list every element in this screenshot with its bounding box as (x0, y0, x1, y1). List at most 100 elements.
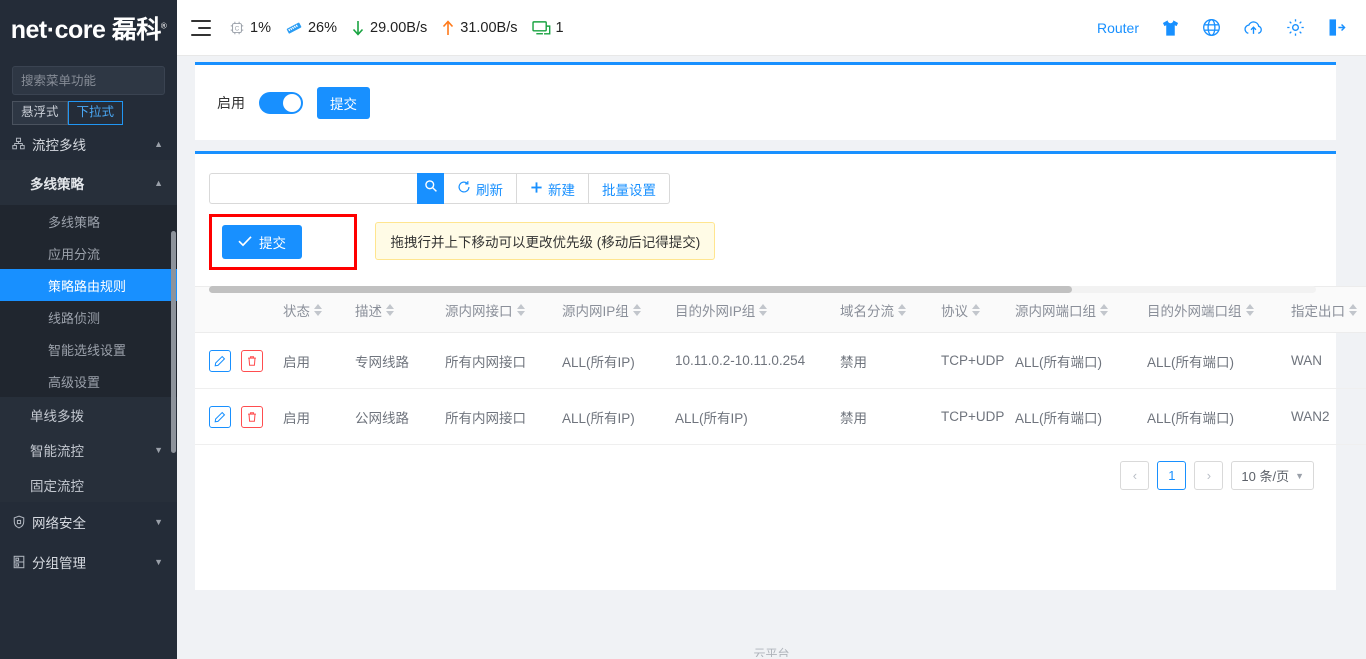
cell-desc: 公网线路 (349, 388, 439, 445)
sidebar-item-smart-qos[interactable]: 智能流控 ▼ (0, 432, 177, 467)
app-root: net·core 磊科® 悬浮式 下拉式 流控多线 ▲ 多线策略 ▲ (0, 0, 1366, 659)
menu-collapse-icon[interactable] (191, 19, 213, 37)
col-label: 协议 (941, 303, 968, 319)
sidebar-scrollbar[interactable] (171, 231, 176, 453)
table-search-button[interactable] (417, 173, 444, 204)
sidebar-item-fixed-qos[interactable]: 固定流控 (0, 467, 177, 502)
sort-icon[interactable] (759, 303, 768, 316)
toggle-knob (283, 94, 301, 112)
cell-domain-split: 禁用 (834, 332, 935, 389)
enable-submit-button[interactable]: 提交 (317, 87, 370, 119)
cell-protocol: TCP+UDP (935, 332, 1009, 389)
sort-icon[interactable] (632, 303, 641, 316)
sidebar-item-line-detect[interactable]: 线路侦测 (0, 301, 177, 333)
pagination-prev-button[interactable]: ‹ (1120, 461, 1150, 490)
sidebar-group-flow-multiline[interactable]: 流控多线 ▲ (0, 127, 177, 160)
sidebar-item-multiline-policy[interactable]: 多线策略 (0, 205, 177, 237)
table-horizontal-scrollbar[interactable] (209, 286, 1316, 293)
sidebar-item-advanced-settings[interactable]: 高级设置 (0, 365, 177, 397)
table-search-input[interactable] (209, 173, 417, 204)
enable-row: 启用 提交 (195, 65, 1336, 119)
pagination-next-button[interactable]: › (1194, 461, 1224, 490)
monitor-icon (531, 20, 551, 36)
table-row[interactable]: 启用 专网线路 所有内网接口 ALL(所有IP) 10.11.0.2-10.11… (195, 332, 1366, 389)
logout-icon[interactable] (1327, 18, 1346, 37)
brand-registered-mark: ® (160, 21, 167, 31)
submit-button[interactable]: 提交 (222, 225, 302, 259)
page-size-select[interactable]: 10 条/页 ▼ (1231, 461, 1314, 490)
col-label: 目的外网IP组 (675, 303, 756, 319)
sidebar-item-single-line-multidial[interactable]: 单线多拨 (0, 397, 177, 432)
sort-icon[interactable] (898, 303, 906, 316)
chevron-down-icon: ▼ (1295, 470, 1304, 481)
sort-icon[interactable] (1349, 303, 1357, 316)
cell-src-ipgroup: ALL(所有IP) (556, 332, 669, 389)
sidebar-item-label: 固定流控 (30, 478, 84, 494)
col-desc[interactable]: 描述 (349, 286, 439, 333)
cell-domain-split: 禁用 (834, 388, 935, 445)
table-row[interactable]: 启用 公网线路 所有内网接口 ALL(所有IP) ALL(所有IP) 禁用 TC… (195, 388, 1366, 445)
pagination-page-1[interactable]: 1 (1157, 461, 1187, 490)
check-icon (238, 235, 252, 250)
sidebar-group-network-security[interactable]: 网络安全 ▼ (0, 502, 177, 542)
col-actions (195, 286, 277, 333)
sidebar-subgroup-label: 多线策略 (30, 176, 84, 192)
edit-icon[interactable] (209, 349, 231, 372)
col-domain-split[interactable]: 域名分流 (834, 286, 935, 333)
sort-icon[interactable] (1100, 303, 1108, 316)
sort-icon[interactable] (972, 303, 980, 316)
sidebar-subgroup-multiline-policy[interactable]: 多线策略 ▲ (0, 160, 177, 205)
chevron-up-icon: ▲ (154, 177, 163, 188)
brand-logo: net·core 磊科® (0, 0, 177, 56)
sidebar-item-app-split[interactable]: 应用分流 (0, 237, 177, 269)
sort-icon[interactable] (386, 303, 394, 316)
col-label: 指定出口 (1291, 303, 1345, 319)
sort-icon[interactable] (1245, 303, 1254, 316)
row-actions (195, 332, 277, 389)
sidebar-item-smart-line-settings[interactable]: 智能选线设置 (0, 333, 177, 365)
memory-icon (285, 20, 303, 36)
search-input[interactable] (21, 73, 177, 88)
col-dst-ipgroup[interactable]: 目的外网IP组 (669, 286, 834, 333)
sort-icon[interactable] (516, 303, 525, 316)
search-icon (424, 179, 438, 198)
new-button[interactable]: 新建 (517, 173, 589, 204)
trash-icon[interactable] (240, 405, 263, 428)
enable-toggle[interactable] (259, 92, 303, 114)
col-dst-portgroup[interactable]: 目的外网端口组 (1141, 286, 1285, 333)
col-src-portgroup[interactable]: 源内网端口组 (1009, 286, 1141, 333)
col-out-iface[interactable]: 指定出口 (1285, 286, 1366, 333)
edit-icon[interactable] (209, 405, 231, 428)
col-label: 描述 (355, 303, 382, 319)
sidebar-search-box[interactable] (12, 66, 177, 95)
cloud-upload-icon[interactable] (1243, 19, 1264, 37)
batch-settings-button[interactable]: 批量设置 (589, 173, 670, 204)
col-protocol[interactable]: 协议 (935, 286, 1009, 333)
tshirt-icon[interactable] (1161, 19, 1180, 37)
stat-upload: 31.00B/s (441, 19, 518, 37)
mode-tab-dropdown[interactable]: 下拉式 (67, 101, 124, 125)
sidebar-group-group-management[interactable]: 分组管理 ▼ (0, 542, 177, 582)
row-actions (195, 388, 277, 445)
cpu-icon: C (229, 20, 245, 36)
trash-icon[interactable] (240, 349, 263, 372)
sidebar-item-policy-route-rules[interactable]: 策略路由规则 (0, 269, 177, 301)
col-status[interactable]: 状态 (277, 286, 349, 333)
scrollbar-thumb[interactable] (209, 286, 1073, 293)
router-link[interactable]: Router (1097, 20, 1139, 36)
gear-icon[interactable] (1286, 18, 1305, 37)
content-area: 启用 提交 刷新 新建 批量设置 提交 拖拽行并上下移动可以更改优先级 (移动后… (177, 56, 1366, 659)
col-src-ipgroup[interactable]: 源内网IP组 (556, 286, 669, 333)
cell-out-iface: WAN2 (1285, 388, 1366, 445)
globe-icon[interactable] (1202, 18, 1221, 37)
refresh-button[interactable]: 刷新 (444, 173, 517, 204)
cell-desc: 专网线路 (349, 332, 439, 389)
cell-status: 启用 (277, 332, 349, 389)
col-label: 源内网端口组 (1015, 303, 1096, 319)
sort-icon[interactable] (314, 303, 322, 316)
col-src-iface[interactable]: 源内网接口 (439, 286, 556, 333)
mode-tab-floating[interactable]: 悬浮式 (12, 101, 68, 125)
stat-memory: 26% (285, 20, 337, 36)
submit-highlight-box: 提交 (209, 214, 357, 270)
cell-src-portgroup: ALL(所有端口) (1009, 388, 1141, 445)
